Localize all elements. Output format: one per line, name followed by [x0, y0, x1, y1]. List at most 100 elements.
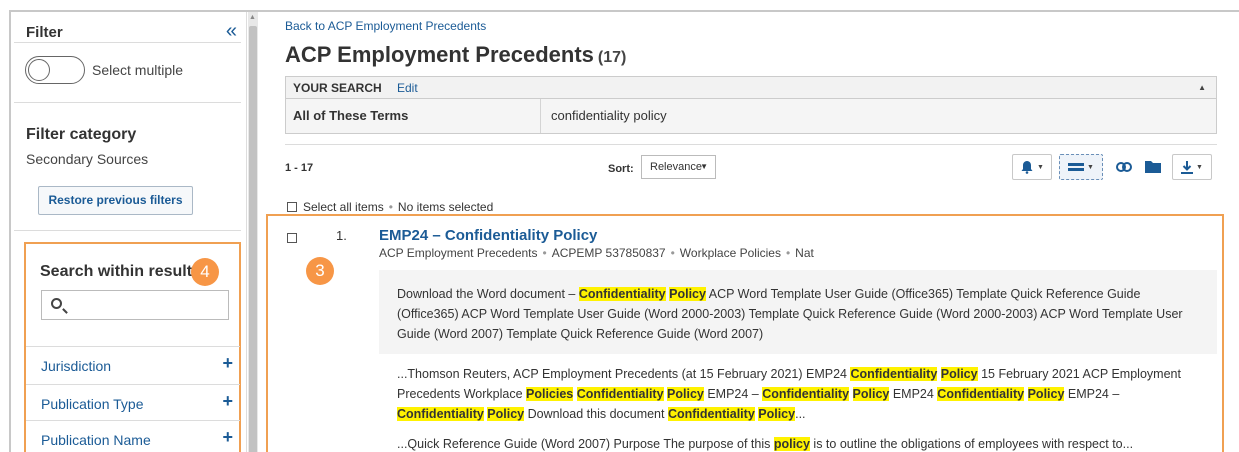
download-button[interactable]: ▼ [1172, 154, 1212, 180]
your-search-label: YOUR SEARCH [293, 81, 382, 95]
collapse-sidebar-icon[interactable]: « [226, 20, 237, 43]
facet-label: Publication Type [41, 396, 144, 412]
search-within-title: Search within results [40, 263, 201, 280]
terms-label: All of These Terms [293, 108, 409, 123]
back-link[interactable]: Back to ACP Employment Precedents [285, 19, 486, 33]
chevron-down-icon: ▼ [1196, 164, 1203, 172]
meta-jurisdiction: Nat [795, 246, 814, 260]
snippet-text: ... [795, 407, 806, 421]
your-search-panel: YOUR SEARCH Edit ▲ All of These Terms co… [285, 76, 1217, 134]
search-term-highlight: Confidentiality [850, 367, 938, 381]
select-all-label[interactable]: Select all items [303, 200, 384, 214]
result-title-link[interactable]: EMP24 – Confidentiality Policy [379, 227, 597, 244]
facet-label: Jurisdiction [41, 358, 112, 374]
scroll-thumb[interactable] [249, 26, 257, 452]
divider [285, 144, 1217, 145]
search-term-highlight: Confidentiality [762, 387, 850, 401]
search-term-highlight: Policy [667, 387, 704, 401]
select-all-checkbox[interactable] [287, 202, 297, 212]
result-range: 1 - 17 [285, 162, 314, 174]
search-within-input[interactable] [41, 290, 229, 320]
copy-link-button[interactable] [1110, 154, 1138, 180]
search-term-highlight: Policy [940, 367, 978, 381]
search-term-highlight: Confidentiality [576, 387, 664, 401]
search-term-highlight: Confidentiality [937, 387, 1025, 401]
divider [540, 99, 541, 133]
sort-select[interactable]: Relevance ▼ [641, 155, 716, 179]
annotation-badge-4: 4 [191, 258, 219, 286]
meta-id: ACPEMP 537850837 [551, 246, 666, 260]
result-summary-text: Download the Word document – Confidentia… [397, 284, 1205, 344]
search-icon [51, 298, 62, 309]
scroll-up-arrow-icon[interactable]: ▲ [249, 14, 256, 21]
filter-header: Filter « [26, 12, 241, 52]
facet-publication-type[interactable]: Publication Type + [26, 384, 240, 421]
search-term-highlight: policy [773, 437, 810, 451]
folder-icon [1145, 161, 1161, 173]
your-search-terms-row: All of These Terms confidentiality polic… [286, 99, 1216, 133]
download-icon [1181, 161, 1194, 174]
divider [14, 42, 241, 43]
link-icon [1116, 162, 1132, 172]
meta-source: ACP Employment Precedents [379, 246, 538, 260]
sort-label: Sort: [608, 163, 634, 175]
snippet-text: Download the Word document – [397, 287, 579, 301]
search-term-highlight: Confidentiality [667, 407, 755, 421]
result-number: 1. [336, 228, 347, 243]
search-term-highlight: Policies [526, 387, 574, 401]
search-term-highlight: Policy [852, 387, 890, 401]
expand-plus-icon: + [222, 353, 233, 373]
facet-label: Publication Name [41, 432, 151, 448]
bell-icon [1021, 161, 1033, 174]
sort-value: Relevance [650, 161, 702, 173]
snippet-text: Download this document [524, 407, 668, 421]
alert-bell-button[interactable]: ▼ [1012, 154, 1052, 180]
expand-plus-icon: + [222, 391, 233, 411]
checkbox-box [287, 233, 297, 243]
restore-filters-button[interactable]: Restore previous filters [38, 186, 193, 215]
page-title: ACP Employment Precedents (17) [285, 42, 626, 68]
search-term-highlight: Policy [669, 287, 706, 301]
facet-publication-name[interactable]: Publication Name + [26, 420, 240, 452]
filter-category-title: Filter category [26, 126, 137, 143]
sidebar-scrollbar[interactable]: ▲ [248, 12, 258, 452]
chevron-down-icon: ▼ [700, 162, 708, 171]
select-multiple-toggle[interactable] [25, 56, 85, 84]
select-all-row: Select all items • No items selected [287, 200, 493, 214]
result-count: (17) [597, 49, 627, 66]
divider [14, 230, 241, 231]
separator-dot: • [670, 246, 675, 260]
annotation-badge-3: 3 [306, 257, 334, 285]
snippet-text: EMP24 [889, 387, 938, 401]
search-term-highlight: Confidentiality [578, 287, 666, 301]
result-snippet: ...Thomson Reuters, ACP Employment Prece… [397, 364, 1209, 424]
your-search-header: YOUR SEARCH Edit ▲ [286, 77, 1216, 99]
meta-topic: Workplace Policies [679, 246, 781, 260]
list-view-icon [1068, 163, 1085, 171]
separator-dot: • [542, 246, 547, 260]
selected-status: No items selected [397, 200, 494, 214]
list-view-button[interactable]: ▼ [1059, 154, 1103, 180]
filter-title: Filter [26, 24, 63, 41]
result-snippet: ...Quick Reference Guide (Word 2007) Pur… [397, 434, 1209, 452]
facet-jurisdiction[interactable]: Jurisdiction + [26, 346, 240, 383]
separator-dot: • [388, 200, 393, 214]
select-multiple-label: Select multiple [92, 62, 184, 78]
expand-plus-icon: + [222, 427, 233, 447]
search-term-highlight: Policy [1027, 387, 1065, 401]
divider [14, 102, 241, 103]
snippet-text: EMP24 – [703, 387, 763, 401]
search-term-highlight: Policy [487, 407, 525, 421]
result-summary-box: Download the Word document – Confidentia… [379, 270, 1217, 354]
edit-search-link[interactable]: Edit [397, 81, 418, 95]
search-term-highlight: Confidentiality [397, 407, 484, 421]
save-to-folder-button[interactable] [1140, 154, 1166, 180]
snippet-text: ...Thomson Reuters, ACP Employment Prece… [397, 367, 851, 381]
terms-value: confidentiality policy [551, 108, 667, 123]
search-term-highlight: Policy [758, 407, 796, 421]
chevron-down-icon: ▼ [1087, 164, 1094, 172]
filter-category-value: Secondary Sources [26, 151, 149, 167]
result-checkbox[interactable] [287, 229, 303, 247]
collapse-caret-icon[interactable]: ▲ [1198, 83, 1206, 92]
result-meta: ACP Employment Precedents • ACPEMP 5378508… [379, 246, 814, 260]
